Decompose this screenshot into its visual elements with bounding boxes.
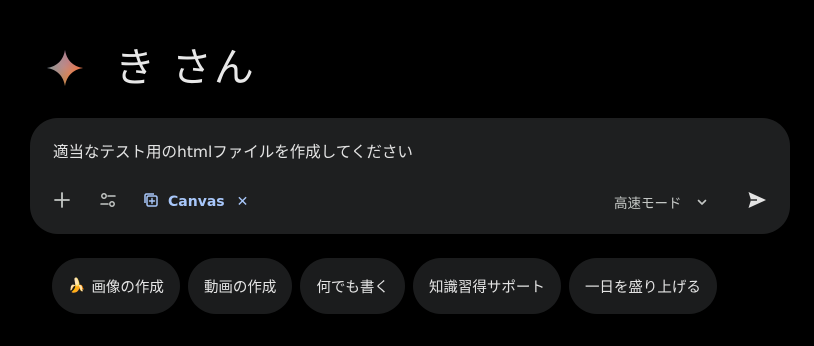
- suggestion-chip-create-video[interactable]: 動画の作成: [187, 258, 293, 314]
- chevron-down-icon: [696, 196, 708, 208]
- prompt-box: 適当なテスト用のhtmlファイルを作成してください Canvas ✕ 高速モード: [30, 118, 790, 234]
- send-icon: [746, 189, 768, 215]
- canvas-icon: [142, 191, 160, 213]
- suggestion-label: 何でも書く: [316, 279, 389, 296]
- tune-icon: [98, 190, 118, 214]
- canvas-chip[interactable]: Canvas ✕: [142, 184, 248, 220]
- suggestion-label: 画像の作成: [91, 279, 164, 296]
- suggestion-label: 動画の作成: [203, 279, 277, 296]
- canvas-chip-close-button[interactable]: ✕: [237, 194, 249, 210]
- tools-button[interactable]: [90, 184, 126, 220]
- banana-icon: 🍌: [68, 278, 86, 294]
- prompt-input[interactable]: 適当なテスト用のhtmlファイルを作成してください: [53, 140, 413, 162]
- suggestion-chip-write-anything[interactable]: 何でも書く: [300, 258, 405, 314]
- plus-icon: [53, 191, 71, 213]
- canvas-chip-label: Canvas: [168, 194, 225, 210]
- greeting: き さん: [45, 40, 256, 96]
- gemini-spark-icon: [45, 48, 85, 88]
- send-button[interactable]: [739, 184, 775, 220]
- suggestion-chip-learning-support[interactable]: 知識習得サポート: [412, 258, 561, 314]
- app-root: き さん 適当なテスト用のhtmlファイルを作成してください Canvas ✕ …: [0, 0, 814, 346]
- prompt-toolbar: Canvas ✕ 高速モード: [30, 184, 790, 220]
- mode-label: 高速モード: [614, 196, 682, 212]
- greeting-title: き さん: [115, 45, 256, 91]
- mode-selector[interactable]: 高速モード: [614, 184, 708, 220]
- add-button[interactable]: [44, 184, 80, 220]
- suggestion-chip-boost-day[interactable]: 一日を盛り上げる: [568, 258, 717, 314]
- suggestion-chip-create-image[interactable]: 🍌 画像の作成: [52, 258, 180, 314]
- suggestion-label: 一日を盛り上げる: [584, 279, 701, 296]
- suggestion-chips: 🍌 画像の作成 動画の作成 何でも書く 知識習得サポート 一日を盛り上げる: [52, 258, 717, 314]
- suggestion-label: 知識習得サポート: [428, 279, 545, 296]
